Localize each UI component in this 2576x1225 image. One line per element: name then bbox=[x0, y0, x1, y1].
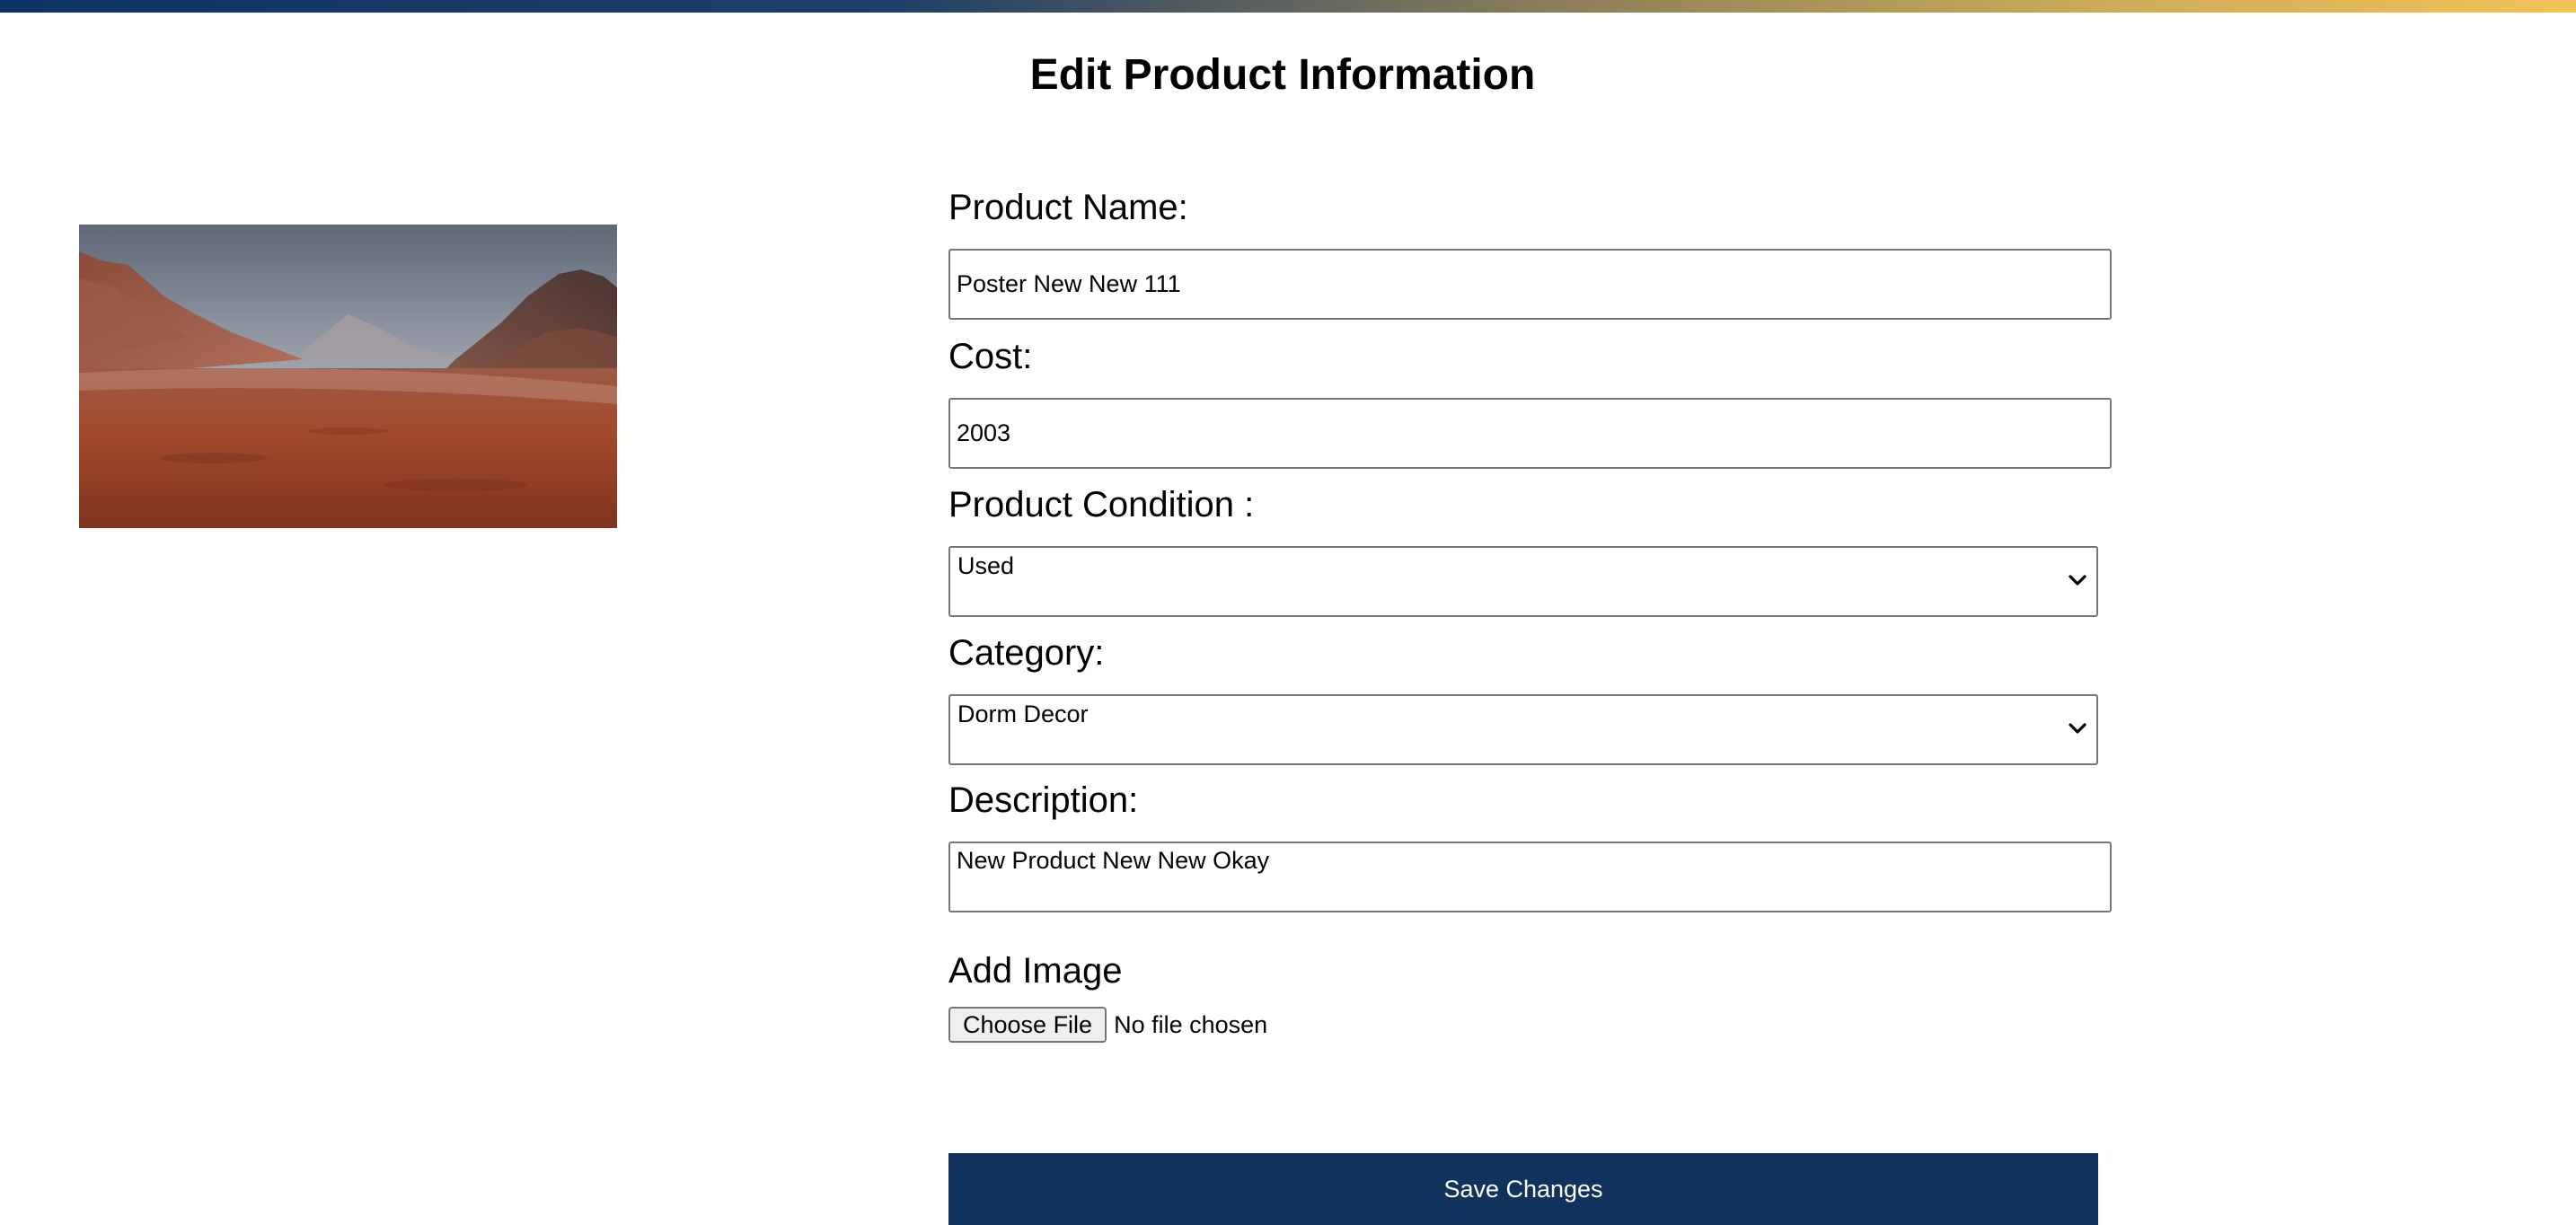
chevron-down-icon bbox=[2069, 723, 2086, 734]
chevron-down-icon bbox=[2069, 575, 2086, 586]
category-value: Dorm Decor bbox=[957, 701, 1089, 727]
product-name-label: Product Name: bbox=[948, 188, 1188, 227]
save-changes-button[interactable]: Save Changes bbox=[948, 1153, 2098, 1225]
product-condition-label: Product Condition : bbox=[948, 485, 1255, 524]
product-condition-value: Used bbox=[957, 552, 1015, 579]
file-status-text: No file chosen bbox=[1114, 1011, 1268, 1038]
file-input: Choose File No file chosen bbox=[948, 1006, 1267, 1044]
product-name-input[interactable] bbox=[948, 249, 2112, 320]
description-input[interactable]: New Product New New Okay bbox=[948, 842, 2112, 912]
choose-file-button[interactable]: Choose File bbox=[948, 1007, 1107, 1043]
product-image bbox=[79, 225, 617, 528]
category-label: Category: bbox=[948, 633, 1105, 673]
description-label: Description: bbox=[948, 780, 1139, 820]
cost-input[interactable] bbox=[948, 398, 2112, 469]
category-select[interactable]: Dorm Decor bbox=[948, 694, 2098, 765]
page-title: Edit Product Information bbox=[1029, 51, 1536, 99]
add-image-label: Add Image bbox=[948, 951, 1123, 991]
product-condition-select[interactable]: Used bbox=[948, 546, 2098, 617]
top-accent-bar bbox=[0, 0, 2576, 13]
cost-label: Cost: bbox=[948, 337, 1033, 376]
